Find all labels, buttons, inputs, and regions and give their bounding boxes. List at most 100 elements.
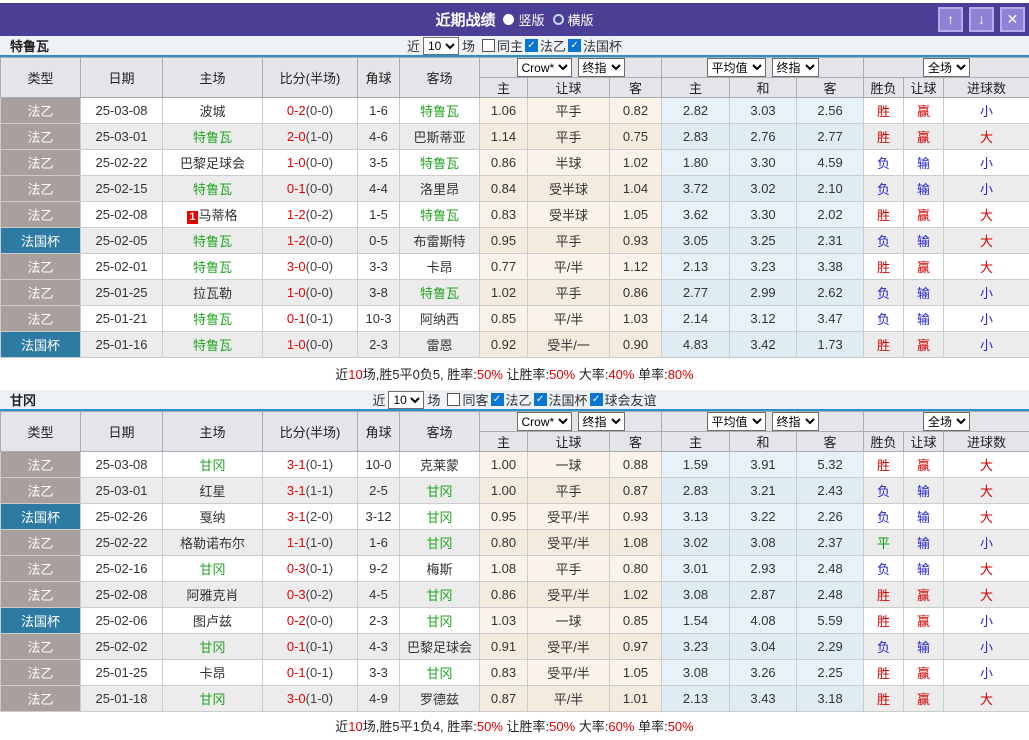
match-count-select[interactable]: 10 [423, 37, 459, 55]
filter-checkbox-法国杯[interactable]: ✓法国杯 [568, 36, 622, 55]
filter-checkbox-同客[interactable]: 同客 [447, 390, 488, 409]
move-down-button[interactable]: ↓ [969, 7, 994, 32]
match-row: 法乙25-03-01红星3-1(1-1)2-5甘冈1.00平手0.872.833… [1, 478, 1029, 504]
filter-checkbox-法国杯[interactable]: ✓法国杯 [534, 390, 588, 409]
avg-odds-cell-1: 3.21 [730, 478, 797, 504]
summary-line: 近10场,胜5平1负4, 胜率:50% 让胜率:50% 大率:60% 单率:50… [0, 712, 1029, 740]
col-home: 主场 [163, 58, 263, 98]
avg-odds-cell-0: 2.13 [662, 254, 730, 280]
odds-stage-select-2[interactable]: 终指 [772, 58, 819, 77]
goals-result-cell: 小 [944, 280, 1029, 306]
odds-stage-select-2[interactable]: 终指 [772, 412, 819, 431]
average-header: 平均值终指 [662, 412, 864, 432]
sub-avg-home: 主 [662, 78, 730, 98]
corner-cell: 4-3 [358, 634, 400, 660]
filters-bar: 近 10 场 同客✓法乙✓法国杯✓球会友谊 [372, 390, 656, 409]
crow-odds-cell-2: 1.02 [610, 150, 662, 176]
crow-odds-cell-0: 0.85 [480, 306, 528, 332]
date-cell: 25-01-25 [81, 280, 163, 306]
score-cell: 0-1(0-1) [263, 660, 358, 686]
summary-segment: 近 [335, 719, 348, 734]
avg-odds-cell-2: 2.48 [797, 582, 864, 608]
avg-odds-cell-2: 2.62 [797, 280, 864, 306]
away-team-cell: 梅斯 [400, 556, 480, 582]
titlebar: 近期战绩 竖版 横版 ↑ ↓ ✕ [0, 3, 1029, 36]
col-type: 类型 [1, 58, 81, 98]
home-team-name: 特鲁瓦 [193, 312, 232, 327]
odds-stage-select-1[interactable]: 终指 [578, 58, 625, 77]
avg-odds-cell-1: 3.03 [730, 98, 797, 124]
col-away: 客场 [400, 58, 480, 98]
average-select[interactable]: 平均值 [707, 412, 766, 431]
away-team-cell: 罗德兹 [400, 686, 480, 712]
goals-result-cell: 大 [944, 202, 1029, 228]
summary-segment: 10 [348, 367, 362, 382]
halftime-score: (0-1) [306, 561, 333, 576]
handicap-result-cell: 输 [904, 306, 944, 332]
filter-checkbox-法乙[interactable]: ✓法乙 [491, 390, 532, 409]
home-team-name: 甘冈 [199, 562, 225, 577]
crow-odds-cell-0: 0.84 [480, 176, 528, 202]
crow-odds-cell-0: 1.08 [480, 556, 528, 582]
score-cell: 3-1(0-1) [263, 452, 358, 478]
away-team-name: 特鲁瓦 [420, 208, 459, 223]
fulltime-select[interactable]: 全场 [923, 412, 970, 431]
league-cell: 法乙 [1, 124, 81, 150]
bookmaker-select[interactable]: Crow* [517, 58, 572, 77]
fulltime-score: 3-0 [287, 691, 306, 706]
league-cell: 法乙 [1, 306, 81, 332]
col-score: 比分(半场) [263, 412, 358, 452]
avg-odds-cell-1: 3.42 [730, 332, 797, 358]
move-up-button[interactable]: ↑ [938, 7, 963, 32]
corner-cell: 2-3 [358, 608, 400, 634]
away-team-cell: 特鲁瓦 [400, 280, 480, 306]
filter-checkbox-label: 法乙 [540, 36, 566, 55]
layout-radio-vertical[interactable]: 竖版 [503, 10, 544, 29]
crow-odds-cell-2: 0.97 [610, 634, 662, 660]
away-team-cell: 甘冈 [400, 530, 480, 556]
avg-odds-cell-1: 3.22 [730, 504, 797, 530]
match-row: 法乙25-02-15特鲁瓦0-1(0-0)4-4洛里昂0.84受半球1.043.… [1, 176, 1029, 202]
filter-checkbox-label: 同主 [497, 36, 523, 55]
filter-checkbox-球会友谊[interactable]: ✓球会友谊 [590, 390, 657, 409]
winloss-cell: 胜 [864, 686, 904, 712]
average-select[interactable]: 平均值 [707, 58, 766, 77]
league-cell: 法乙 [1, 150, 81, 176]
home-team-cell: 特鲁瓦 [163, 228, 263, 254]
summary-segment: 10 [348, 719, 362, 734]
match-row: 法乙25-02-01特鲁瓦3-0(0-0)3-3卡昂0.77平/半1.122.1… [1, 254, 1029, 280]
filter-checkbox-同主[interactable]: 同主 [482, 36, 523, 55]
filter-checkbox-法乙[interactable]: ✓法乙 [525, 36, 566, 55]
avg-odds-cell-2: 2.29 [797, 634, 864, 660]
rank-badge: 1 [187, 211, 197, 224]
home-team-cell: 甘冈 [163, 634, 263, 660]
fulltime-score: 1-2 [287, 207, 306, 222]
goals-result-cell: 小 [944, 332, 1029, 358]
home-team-name: 甘冈 [199, 458, 225, 473]
match-count-select[interactable]: 10 [388, 391, 424, 409]
avg-odds-cell-1: 3.23 [730, 254, 797, 280]
crow-odds-cell-2: 0.75 [610, 124, 662, 150]
summary-segment: 大率: [575, 367, 608, 382]
match-row: 法国杯25-02-06图卢兹0-2(0-0)2-3甘冈1.03一球0.851.5… [1, 608, 1029, 634]
close-button[interactable]: ✕ [1000, 7, 1025, 32]
home-team-name: 特鲁瓦 [193, 234, 232, 249]
match-row: 法国杯25-02-26戛纳3-1(2-0)3-12甘冈0.95受平/半0.933… [1, 504, 1029, 530]
arrow-down-icon: ↓ [978, 11, 985, 27]
layout-radio-horizontal[interactable]: 横版 [553, 10, 594, 29]
winloss-cell: 胜 [864, 332, 904, 358]
date-cell: 25-02-22 [81, 530, 163, 556]
halftime-score: (0-0) [306, 613, 333, 628]
odds-stage-select-1[interactable]: 终指 [578, 412, 625, 431]
fulltime-select[interactable]: 全场 [923, 58, 970, 77]
halftime-score: (1-0) [306, 129, 333, 144]
bookmaker-select[interactable]: Crow* [517, 412, 572, 431]
sub-away-odds: 客 [610, 432, 662, 452]
away-team-name: 甘冈 [426, 614, 452, 629]
checkbox-icon: ✓ [568, 39, 581, 52]
goals-result-cell: 大 [944, 254, 1029, 280]
winloss-cell: 负 [864, 150, 904, 176]
fulltime-score: 2-0 [287, 129, 306, 144]
sub-avg-draw: 和 [730, 78, 797, 98]
avg-odds-cell-1: 3.04 [730, 634, 797, 660]
